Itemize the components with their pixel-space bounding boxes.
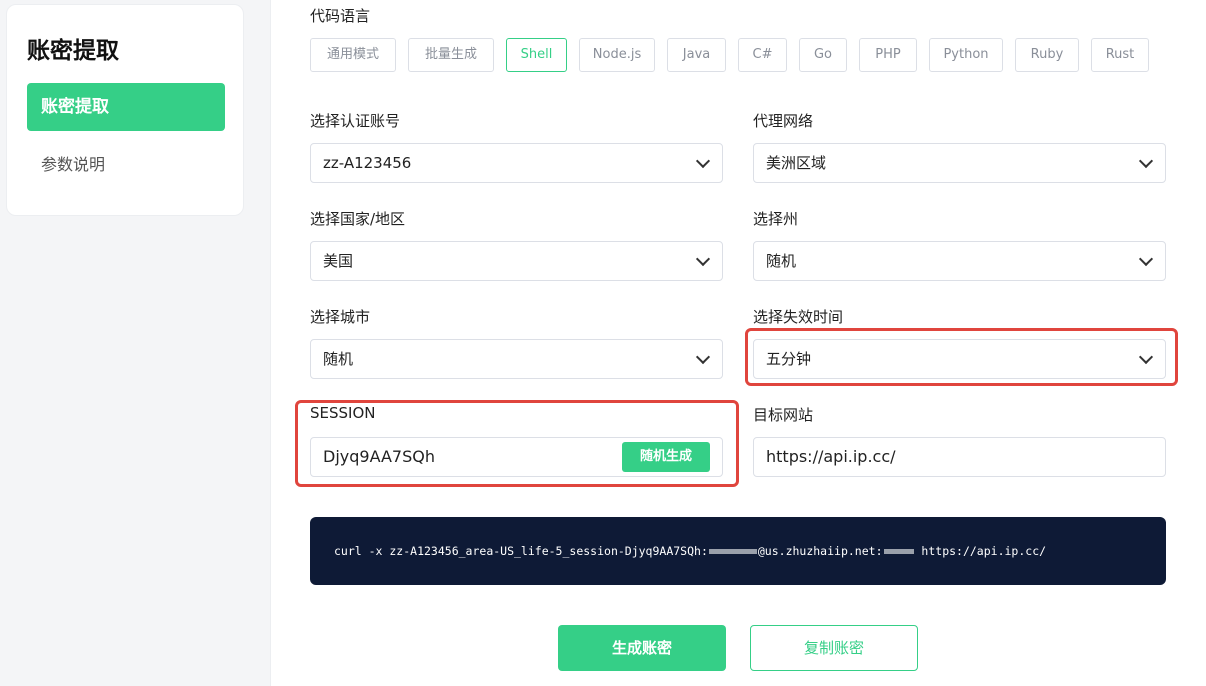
sidebar-item-account-extract[interactable]: 账密提取 — [27, 83, 225, 131]
account-select[interactable]: zz-A123456 — [310, 143, 723, 183]
expiry-label: 选择失效时间 — [753, 308, 844, 326]
copy-credentials-button[interactable]: 复制账密 — [750, 625, 918, 671]
country-value: 美国 — [323, 252, 354, 270]
tab-batch-generate[interactable]: 批量生成 — [408, 38, 494, 72]
expiry-highlight-box — [745, 328, 1178, 386]
target-label: 目标网站 — [753, 406, 814, 424]
command-box: curl -x zz-A123456_area-US_life-5_sessio… — [310, 517, 1166, 585]
tab-csharp[interactable]: C# — [738, 38, 787, 72]
country-label: 选择国家/地区 — [310, 210, 406, 228]
sidebar-title: 账密提取 — [27, 38, 119, 64]
session-highlight-box — [295, 400, 739, 487]
state-select[interactable]: 随机 — [753, 241, 1166, 281]
city-value: 随机 — [323, 350, 354, 368]
masked-port — [883, 549, 914, 554]
proxy-select[interactable]: 美洲区域 — [753, 143, 1166, 183]
tab-nodejs[interactable]: Node.js — [579, 38, 655, 72]
generate-credentials-button[interactable]: 生成账密 — [558, 625, 726, 671]
chevron-down-icon — [1138, 251, 1154, 267]
chevron-down-icon — [695, 153, 711, 169]
tab-python[interactable]: Python — [929, 38, 1003, 72]
tab-ruby[interactable]: Ruby — [1015, 38, 1079, 72]
sidebar: 账密提取 账密提取 参数说明 — [6, 4, 244, 216]
account-label: 选择认证账号 — [310, 112, 401, 130]
tab-php[interactable]: PHP — [859, 38, 917, 72]
sidebar-item-param-doc[interactable]: 参数说明 — [41, 151, 105, 175]
tab-go[interactable]: Go — [799, 38, 847, 72]
country-select[interactable]: 美国 — [310, 241, 723, 281]
language-tabs: 通用模式 批量生成 Shell Node.js Java C# Go PHP P… — [310, 38, 1161, 72]
masked-password — [708, 549, 757, 554]
city-label: 选择城市 — [310, 308, 371, 326]
target-input[interactable]: https://api.ip.cc/ — [753, 437, 1166, 477]
account-value: zz-A123456 — [323, 154, 412, 172]
tab-java[interactable]: Java — [667, 38, 726, 72]
tab-shell[interactable]: Shell — [506, 38, 567, 72]
chevron-down-icon — [695, 251, 711, 267]
command-host: @us.zhuzhaiip.net: — [757, 544, 883, 558]
chevron-down-icon — [695, 349, 711, 365]
command-prefix: curl -x zz-A123456_area-US_life-5_sessio… — [334, 544, 708, 558]
chevron-down-icon — [1138, 153, 1154, 169]
tab-generic-mode[interactable]: 通用模式 — [310, 38, 396, 72]
proxy-value: 美洲区域 — [766, 154, 827, 172]
proxy-label: 代理网络 — [753, 112, 814, 130]
state-label: 选择州 — [753, 210, 799, 228]
main-panel: 代码语言 通用模式 批量生成 Shell Node.js Java C# Go … — [270, 0, 1206, 686]
language-label: 代码语言 — [310, 7, 371, 25]
tab-rust[interactable]: Rust — [1091, 38, 1149, 72]
state-value: 随机 — [766, 252, 797, 270]
command-url: https://api.ip.cc/ — [914, 544, 1047, 558]
city-select[interactable]: 随机 — [310, 339, 723, 379]
